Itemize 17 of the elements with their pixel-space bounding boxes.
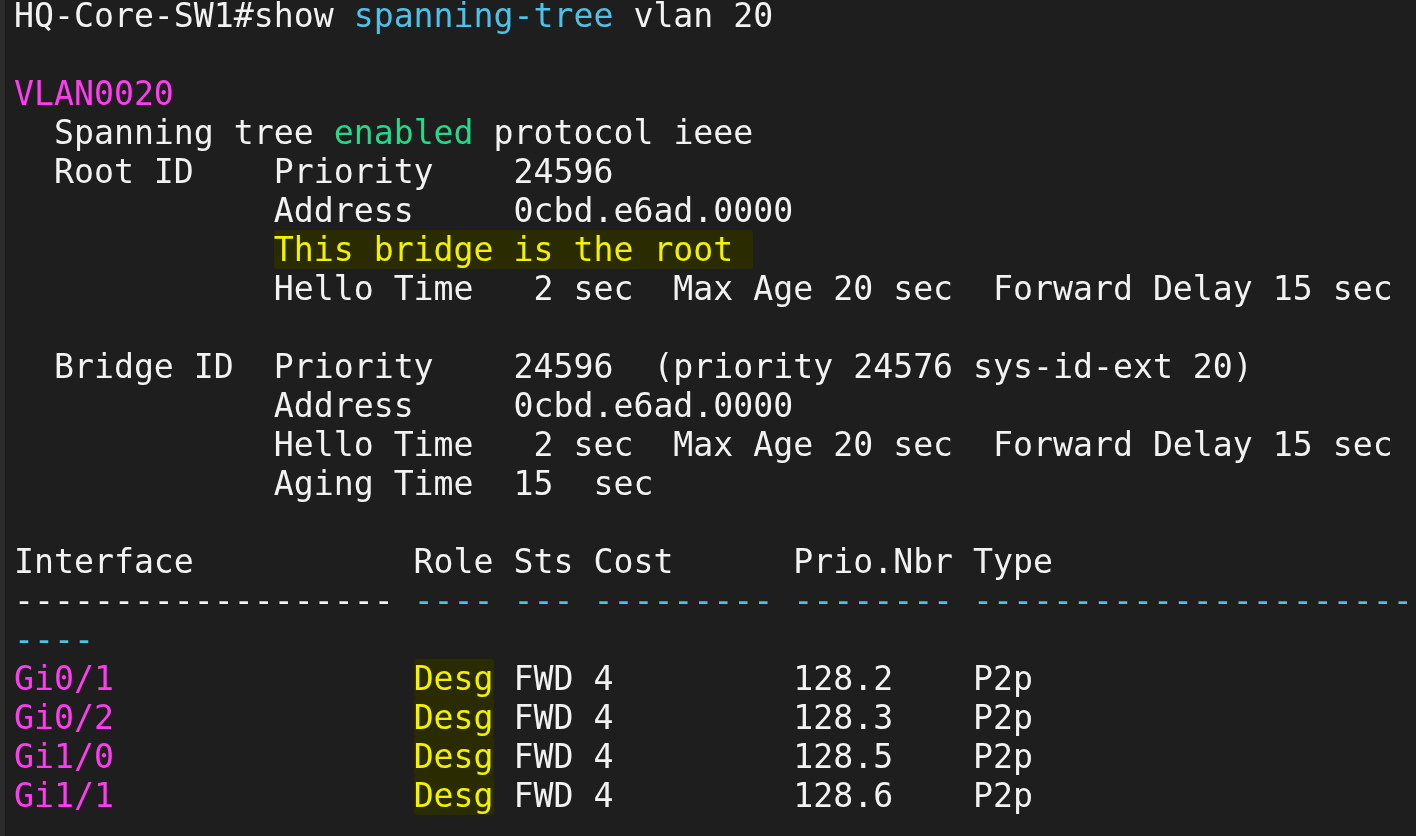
terminal-line: Root ID Priority 24596 [52,152,614,191]
terminal-line: Hello Time 2 sec Max Age 20 sec Forward Delay 15 sec [272,425,1393,464]
terminal-line: HQ-Core-SW1#show spanning-tree vlan 20 [14,0,774,35]
terminal-line: Spanning tree enabled protocol ieee [52,113,754,152]
terminal-line: Gi0/1 Desg FWD 4 128.2 P2p [14,659,1034,698]
terminal-line: Gi1/0 Desg FWD 4 128.5 P2p [14,737,1034,776]
terminal-line: ---- [14,620,94,659]
terminal-line: ------------------- ---- --- --------- -------- ---------------------- [14,581,1413,620]
terminal-line: VLAN0020 [14,74,174,113]
terminal-line: Gi1/1 Desg FWD 4 128.6 P2p [14,776,1034,815]
terminal-line: Address 0cbd.e6ad.0000 [272,191,794,230]
terminal-line: Aging Time 15 sec [272,464,654,503]
terminal-line: Bridge ID Priority 24596 (priority 24576 sys-id-ext 20) [52,347,1253,386]
terminal-line: Gi0/2 Desg FWD 4 128.3 P2p [14,698,1034,737]
terminal-line: Hello Time 2 sec Max Age 20 sec Forward Delay 15 sec [272,269,1393,308]
terminal-line: Address 0cbd.e6ad.0000 [272,386,794,425]
terminal-line: Interface Role Sts Cost Prio.Nbr Type [14,542,1053,581]
